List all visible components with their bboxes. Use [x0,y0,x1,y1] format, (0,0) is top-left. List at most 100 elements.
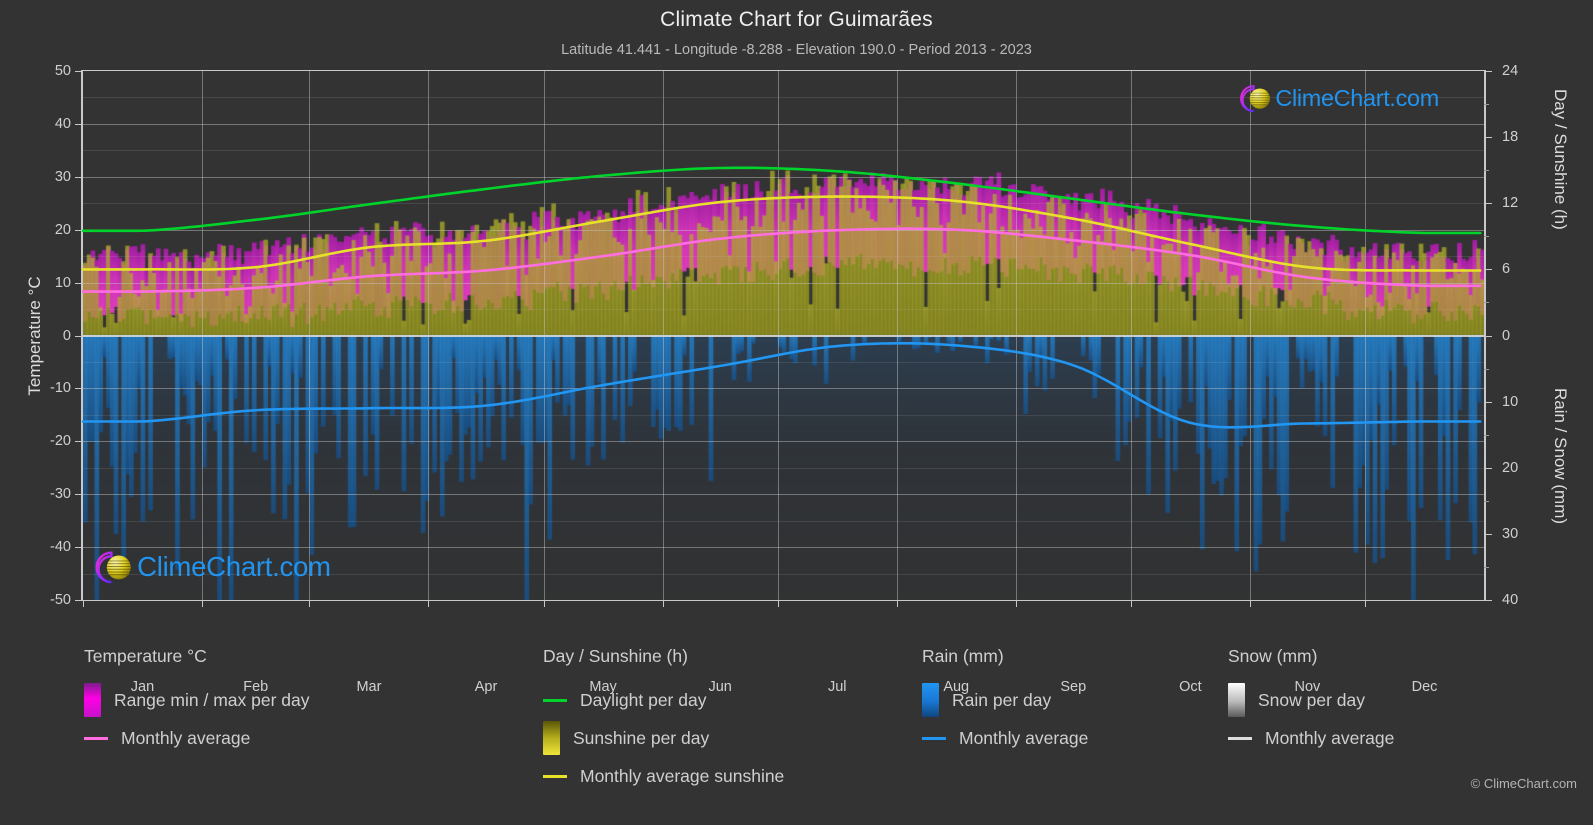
legend-item-label: Snow per day [1258,689,1366,710]
axis-tick [1484,467,1492,469]
axis-tick [543,600,545,607]
axis-tick [428,600,430,607]
legend-line-icon [922,736,946,740]
legend-item[interactable]: Monthly average [84,719,310,757]
daylight-line [81,166,1482,235]
legend-item[interactable]: Rain per day [922,681,1088,719]
axis-tick [75,388,83,390]
axis-tick [75,71,83,72]
page-subtitle: Latitude 41.441 - Longitude -8.288 - Ele… [561,42,1032,58]
left-axis-tick-label: -40 [50,539,71,556]
climechart-logo-text: ClimeChart.com [1275,85,1439,112]
copyright-notice: © ClimeChart.com [1470,776,1577,791]
climechart-mark-icon [93,549,133,586]
axis-tick [75,282,83,284]
axis-tick [777,600,779,607]
axis-tick-minor [1484,368,1489,370]
right-axis-tick-label-hours: 6 [1502,261,1511,278]
right-axis-title-top: Day / Sunshine (h) [1551,89,1570,230]
axis-tick [201,600,203,607]
right-axis-tick-label-hours: 12 [1502,195,1519,212]
page-title: Climate Chart for Guimarães [660,8,933,31]
legend-swatch-icon [1228,683,1245,717]
axis-tick [896,600,898,607]
legend-swatch-icon [84,683,101,717]
axis-tick [1249,600,1251,607]
legend-item[interactable]: Range min / max per day [84,681,310,719]
right-axis-title-bottom: Rain / Snow (mm) [1551,387,1570,524]
legend-item-label: Monthly average sunshine [580,765,785,786]
axis-tick [1484,71,1492,72]
axis-tick [75,441,83,443]
left-axis-title: Temperature °C [25,275,44,396]
legend-item-label: Sunshine per day [573,727,710,748]
left-axis-tick-label: -20 [50,433,71,450]
legend-swatch-icon [543,721,560,755]
legend-item[interactable]: Monthly average sunshine [543,757,784,795]
axis-tick [83,600,84,607]
legend-group: Day / Sunshine (h) Daylight per day Sunshi… [543,646,784,795]
legend-item[interactable]: Monthly average [1228,719,1394,757]
axis-tick-minor [1484,170,1489,172]
left-axis-tick-label: 30 [54,168,71,185]
series-line-layer [81,166,1482,429]
axis-tick-minor [1484,434,1489,436]
legend-item-label: Monthly average [121,727,251,748]
axis-tick-minor [1484,302,1489,304]
axis-tick-minor [1484,236,1489,238]
legend-line-icon [1228,736,1252,740]
climechart-logo-text: ClimeChart.com [137,551,331,583]
legend-item-label: Range min / max per day [114,689,310,710]
climate-chart-page: Climate Chart for Guimarães Latitude 41.… [0,0,1593,825]
axis-tick [75,123,83,125]
legend-line-icon [543,698,567,702]
climechart-mark-icon [1238,83,1272,114]
axis-tick [1365,600,1366,607]
legend-swatch-icon [922,683,939,717]
legend-item-label: Monthly average [959,727,1089,748]
axis-tick [75,600,83,601]
axis-tick [309,600,311,607]
axis-tick [662,600,664,607]
legend-line-icon [543,774,567,778]
right-axis-tick-label-mm: 20 [1502,459,1519,476]
legend-item-label: Rain per day [952,689,1052,710]
legend-group-title: Day / Sunshine (h) [543,646,688,666]
axis-tick [75,335,83,337]
left-axis-tick-label: 50 [54,63,71,79]
legend-group-title: Rain (mm) [922,646,1004,666]
axis-tick [1484,203,1492,205]
legend-item[interactable]: Sunshine per day [543,719,784,757]
legend-item-label: Monthly average [1265,727,1395,748]
legend-group: Temperature °C Range min / max per day Mon… [84,646,310,757]
axis-tick [75,176,83,178]
axis-tick [1484,533,1492,535]
legend-item[interactable]: Snow per day [1228,681,1394,719]
right-axis-tick-label-hours: 18 [1502,129,1519,146]
left-axis-tick-label: -50 [50,592,71,608]
right-axis-tick-label-mm: 30 [1502,525,1519,542]
legend-line-icon [84,736,108,740]
axis-tick [1484,137,1492,139]
axis-tick-minor [1484,104,1489,106]
climechart-logo-top: ClimeChart.com [1238,83,1439,114]
axis-tick [1484,600,1492,601]
legend-item-label: Daylight per day [580,689,707,710]
axis-tick [1015,600,1017,607]
left-axis-tick-label: -30 [50,486,71,503]
axis-tick [1484,269,1492,271]
legend-group: Rain (mm) Rain per day Monthly average [922,646,1088,757]
climechart-logo-bottom: ClimeChart.com [93,549,331,586]
axis-tick [1130,600,1132,607]
left-axis-tick-label: 40 [54,115,71,132]
right-axis-tick-label-mm: 10 [1502,393,1519,410]
axis-tick [75,494,83,496]
axis-tick [1484,335,1492,337]
legend-item[interactable]: Daylight per day [543,681,784,719]
right-axis-tick-label-hours: 24 [1502,63,1519,79]
legend-item[interactable]: Monthly average [922,719,1088,757]
rain-average-line [81,342,1482,429]
right-axis-tick-label-hours: 0 [1502,327,1511,344]
legend-group-title: Snow (mm) [1228,646,1318,666]
plot-area: 50 40 30 20 10 0 -10 -20 -30 -40 -50 24 18 12 6 0 10 20 3… [25,63,1570,695]
